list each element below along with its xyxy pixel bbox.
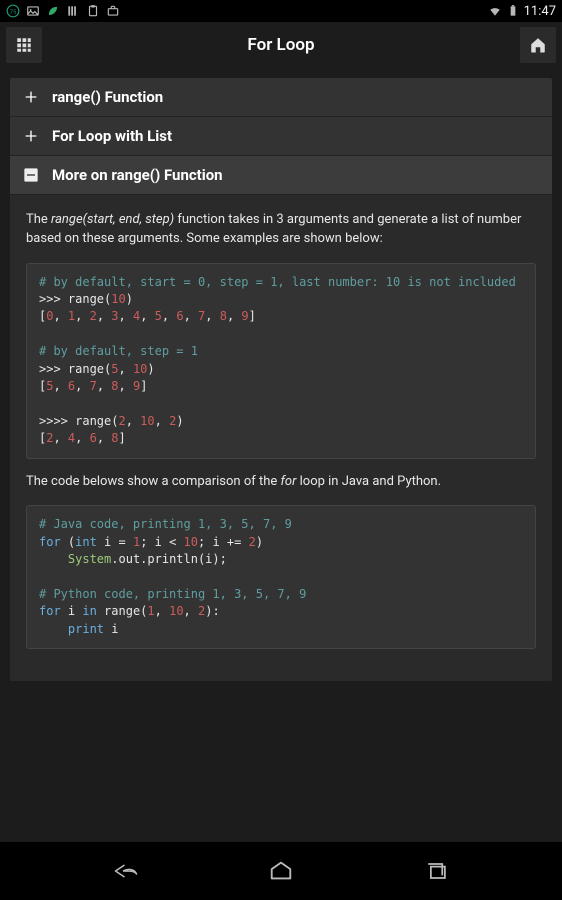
wifi-icon (488, 4, 502, 18)
content-area: range() Function For Loop with List More… (0, 68, 562, 842)
image-icon (26, 4, 40, 18)
home-icon (529, 36, 547, 54)
svg-text:75: 75 (10, 9, 17, 15)
home-nav-button[interactable] (251, 851, 311, 891)
status-bar: 75 11:47 (0, 0, 562, 22)
system-nav-bar (0, 842, 562, 900)
home-outline-icon (268, 859, 294, 883)
briefcase-icon (106, 4, 120, 18)
app-bar: For Loop (0, 22, 562, 68)
bars-icon (66, 4, 80, 18)
leaf-icon (46, 4, 60, 18)
menu-grid-button[interactable] (6, 27, 42, 63)
status-left: 75 (6, 4, 120, 18)
accordion-title: For Loop with List (52, 127, 172, 145)
comparison-text: The code belows show a comparison of the… (26, 473, 536, 492)
accordion-title: More on range() Function (52, 166, 223, 184)
page-title: For Loop (42, 35, 520, 55)
back-icon (111, 859, 141, 883)
plus-icon (22, 127, 40, 145)
code-block-2: # Java code, printing 1, 3, 5, 7, 9 for … (26, 505, 536, 649)
grid-icon (15, 36, 33, 54)
intro-text: The range(start, end, step) function tak… (26, 211, 536, 249)
recent-apps-button[interactable] (407, 851, 467, 891)
accordion-header-for-loop-list[interactable]: For Loop with List (10, 117, 552, 156)
battery-icon (506, 4, 520, 18)
accordion-title: range() Function (52, 88, 163, 106)
accordion-header-range-function[interactable]: range() Function (10, 78, 552, 117)
minus-icon (22, 166, 40, 184)
status-right: 11:47 (488, 4, 556, 19)
home-button[interactable] (520, 27, 556, 63)
accordion-body: The range(start, end, step) function tak… (10, 195, 552, 681)
accordion: range() Function For Loop with List More… (10, 78, 552, 681)
status-time: 11:47 (524, 4, 556, 19)
back-button[interactable] (96, 851, 156, 891)
clipboard-icon (86, 4, 100, 18)
accordion-header-more-range[interactable]: More on range() Function (10, 156, 552, 195)
plus-icon (22, 88, 40, 106)
badge-icon: 75 (6, 4, 20, 18)
code-block-1: # by default, start = 0, step = 1, last … (26, 263, 536, 459)
recent-icon (423, 859, 451, 883)
